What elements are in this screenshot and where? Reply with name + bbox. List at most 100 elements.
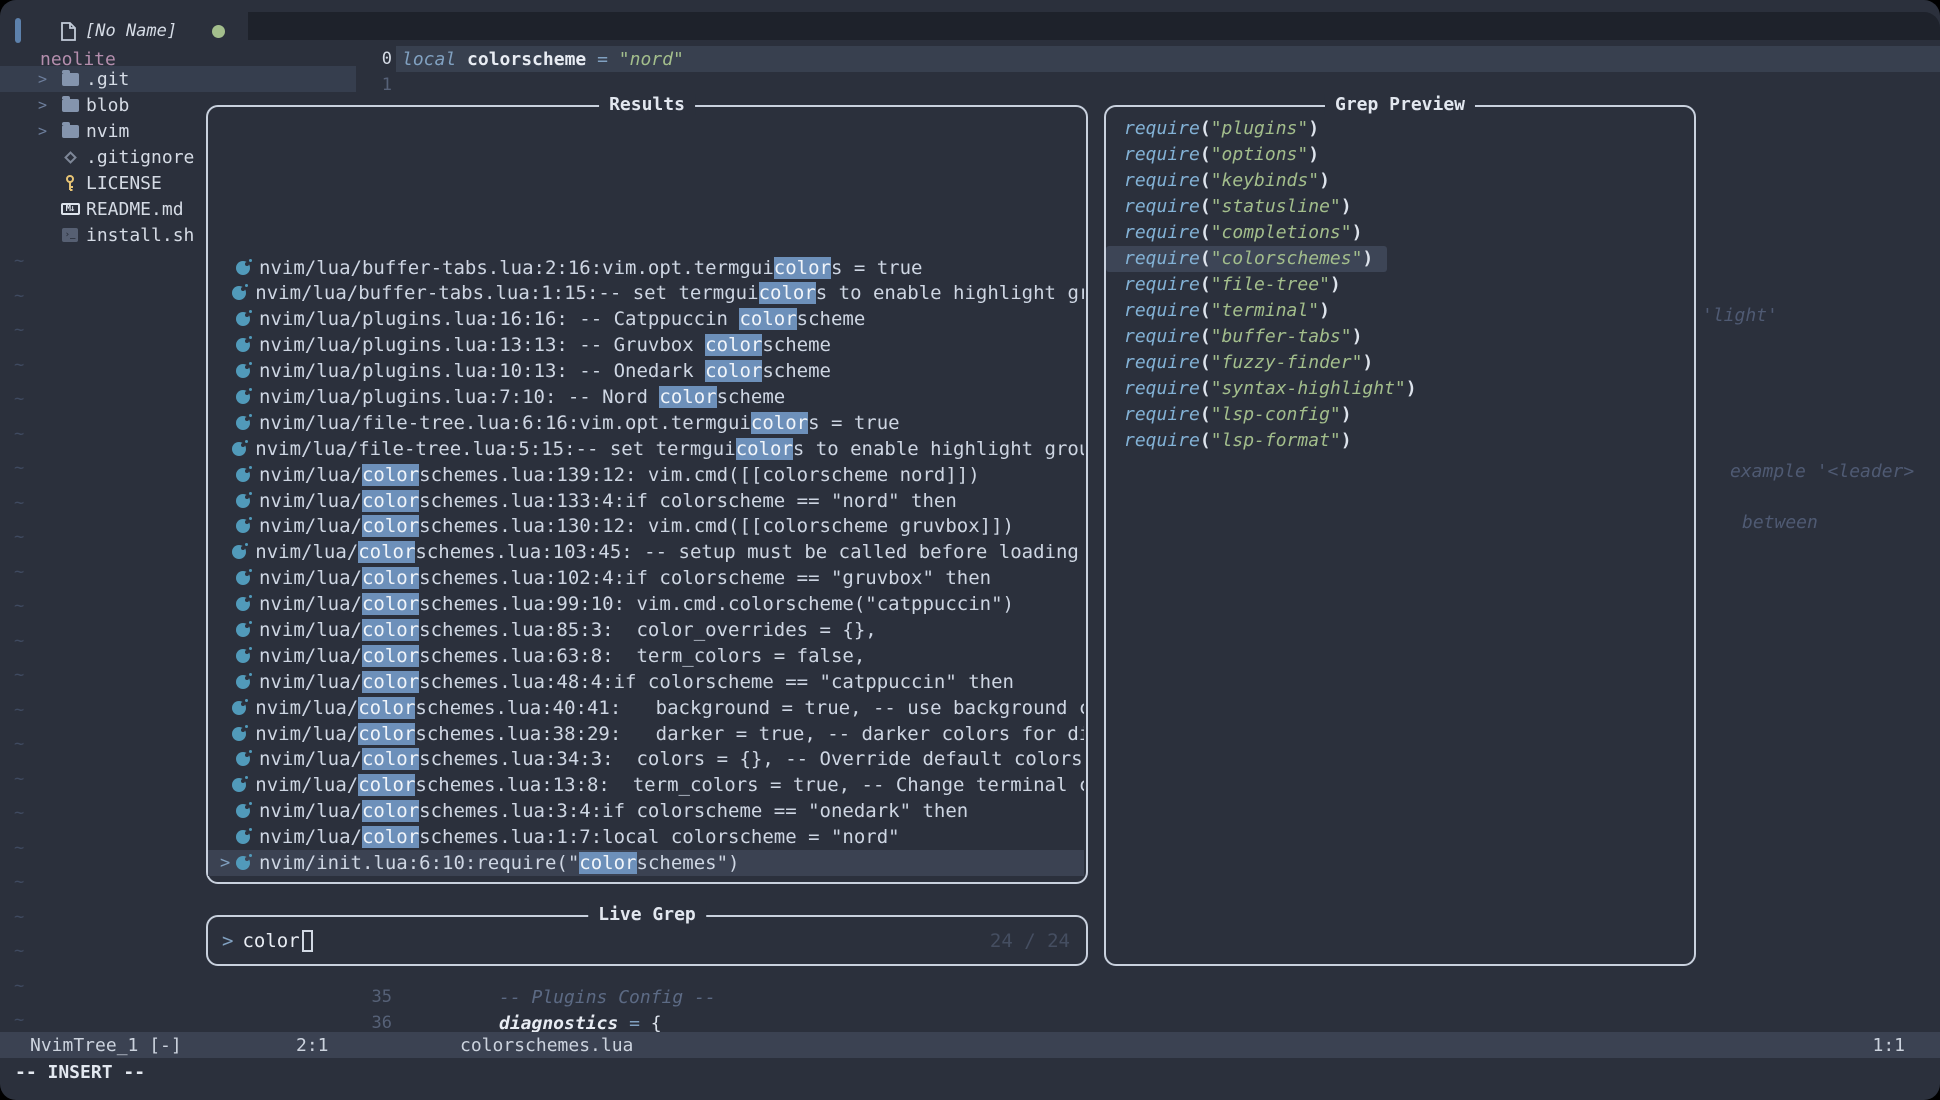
result-row[interactable]: >nvim/lua/colorschemes.lua:48:4:if color… (208, 669, 1084, 695)
identifier: colorscheme (467, 49, 586, 70)
result-text: nvim/lua/plugins.lua:16:16: -- Catppucci… (259, 308, 865, 330)
preview-line-plugins: require("plugins") (1106, 116, 1692, 142)
result-row[interactable]: >nvim/lua/colorschemes.lua:1:7:local col… (208, 824, 1084, 850)
result-row[interactable]: >nvim/lua/colorschemes.lua:99:10: vim.cm… (208, 591, 1084, 617)
match-highlight: color (751, 412, 808, 434)
result-text: nvim/lua/plugins.lua:13:13: -- Gruvbox c… (259, 334, 831, 356)
folder-icon (60, 73, 80, 86)
result-row[interactable]: >nvim/lua/colorschemes.lua:34:3: colors … (208, 747, 1084, 773)
result-row[interactable]: >nvim/lua/plugins.lua:7:10: -- Nord colo… (208, 384, 1084, 410)
match-highlight: color (362, 645, 419, 667)
background-code-fragment: between (1742, 512, 1818, 533)
tilde-marker: ~ (14, 934, 34, 969)
preview-line-fuzzy-finder: require("fuzzy-finder") (1106, 350, 1692, 376)
result-text: nvim/lua/colorschemes.lua:34:3: colors =… (259, 748, 1083, 770)
match-count: 24 / 24 (990, 917, 1070, 964)
preview-code: require("plugins")require("options")requ… (1106, 116, 1692, 454)
terminal-glyph: ›_ (62, 228, 78, 242)
result-row[interactable]: >nvim/lua/colorschemes.lua:102:4:if colo… (208, 565, 1084, 591)
livegrep-input[interactable]: > color (208, 917, 1086, 964)
result-text: nvim/lua/colorschemes.lua:13:8: term_col… (255, 774, 1084, 796)
result-row[interactable]: >nvim/lua/plugins.lua:16:16: -- Catppucc… (208, 306, 1084, 332)
key-icon (60, 175, 80, 191)
tilde-marker: ~ (14, 762, 34, 797)
match-highlight: color (362, 464, 419, 486)
tilde-marker: ~ (14, 486, 34, 521)
result-text: nvim/lua/colorschemes.lua:103:45: -- set… (255, 541, 1084, 563)
result-text: nvim/lua/colorschemes.lua:38:29: darker … (255, 723, 1084, 745)
results-window: Results >nvim/lua/buffer-tabs.lua:2:16:v… (206, 105, 1088, 884)
result-row[interactable]: >nvim/lua/colorschemes.lua:103:45: -- se… (208, 539, 1084, 565)
result-row[interactable]: >nvim/lua/plugins.lua:10:13: -- Onedark … (208, 358, 1084, 384)
tilde-marker: ~ (14, 865, 34, 900)
chevron-right-icon: > (38, 70, 47, 88)
filetree-item-label: nvim (86, 121, 129, 142)
result-row[interactable]: >nvim/lua/colorschemes.lua:63:8: term_co… (208, 643, 1084, 669)
result-row[interactable]: >nvim/lua/colorschemes.lua:13:8: term_co… (208, 772, 1084, 798)
lua-file-icon (236, 261, 250, 275)
line-number: 0 (354, 49, 392, 69)
result-text: nvim/lua/colorschemes.lua:130:12: vim.cm… (259, 515, 1014, 537)
result-row[interactable]: >nvim/lua/plugins.lua:13:13: -- Gruvbox … (208, 332, 1084, 358)
result-text: nvim/lua/colorschemes.lua:48:4:if colors… (259, 671, 1014, 693)
file-icon (60, 22, 76, 41)
diamond-icon (60, 153, 80, 162)
preview-line-buffer-tabs: require("buffer-tabs") (1106, 324, 1692, 350)
lua-file-icon (236, 494, 250, 508)
result-text: nvim/lua/colorschemes.lua:3:4:if colorsc… (259, 800, 968, 822)
result-text: nvim/lua/file-tree.lua:5:15:-- set termg… (255, 438, 1084, 460)
preview-line-keybinds: require("keybinds") (1106, 168, 1692, 194)
result-row[interactable]: >nvim/lua/colorschemes.lua:38:29: darker… (208, 721, 1084, 747)
lua-file-icon (236, 856, 250, 870)
filetree-item-label: LICENSE (86, 173, 162, 194)
preview-line-terminal: require("terminal") (1106, 298, 1692, 324)
result-row[interactable]: >nvim/lua/colorschemes.lua:133:4:if colo… (208, 488, 1084, 514)
result-row[interactable]: >nvim/lua/colorschemes.lua:130:12: vim.c… (208, 514, 1084, 540)
lua-file-icon (232, 701, 246, 715)
result-row[interactable]: >nvim/lua/colorschemes.lua:40:41: backgr… (208, 695, 1084, 721)
background-code-fragment: example '<leader> (1730, 461, 1914, 482)
editor-line-1: 1 (354, 72, 392, 98)
tilde-marker: ~ (14, 900, 34, 935)
result-row[interactable]: >nvim/lua/buffer-tabs.lua:2:16:vim.opt.t… (208, 255, 1084, 281)
result-row[interactable]: >nvim/lua/colorschemes.lua:85:3: color_o… (208, 617, 1084, 643)
filetree-item-label: blob (86, 95, 129, 116)
filetree-item-label: .gitignore (86, 147, 194, 168)
buffer-tab[interactable]: [No Name] (60, 16, 225, 46)
chevron-right-icon: > (38, 96, 47, 114)
match-highlight: color (362, 515, 419, 537)
lua-file-icon (232, 727, 246, 741)
preview-line-lsp-config: require("lsp-config") (1106, 402, 1692, 428)
results-list: >nvim/lua/buffer-tabs.lua:2:16:vim.opt.t… (208, 255, 1084, 876)
preview-line-statusline: require("statusline") (1106, 194, 1692, 220)
result-row[interactable]: >nvim/lua/file-tree.lua:5:15:-- set term… (208, 436, 1084, 462)
lua-file-icon (236, 364, 250, 378)
result-row[interactable]: >nvim/lua/file-tree.lua:6:16:vim.opt.ter… (208, 410, 1084, 436)
result-text: nvim/lua/colorschemes.lua:139:12: vim.cm… (259, 464, 980, 486)
result-row[interactable]: >nvim/lua/buffer-tabs.lua:1:15:-- set te… (208, 281, 1084, 307)
preview-line-file-tree: require("file-tree") (1106, 272, 1692, 298)
grep-preview-window: Grep Preview require("plugins")require("… (1104, 105, 1696, 966)
lua-file-icon (232, 442, 246, 456)
editor-line-35: 35 -- Plugins Config -- (354, 984, 716, 1010)
result-row[interactable]: >nvim/lua/colorschemes.lua:3:4:if colors… (208, 798, 1084, 824)
result-row[interactable]: >nvim/lua/colorschemes.lua:139:12: vim.c… (208, 462, 1084, 488)
terminal-window: [No Name] 0 local colorscheme = "nord" 1… (0, 0, 1940, 1100)
preview-title: Grep Preview (1325, 94, 1475, 115)
terminal-icon: ›_ (60, 228, 80, 242)
folder-glyph (62, 125, 79, 138)
filetree-item--git[interactable]: >.git (0, 66, 356, 92)
match-highlight: color (736, 438, 793, 460)
match-highlight: color (358, 774, 415, 796)
tilde-marker: ~ (14, 348, 34, 383)
tilde-marker: ~ (14, 451, 34, 486)
result-text: nvim/lua/plugins.lua:10:13: -- Onedark c… (259, 360, 831, 382)
search-query: color (242, 930, 299, 952)
lua-file-icon (232, 286, 246, 300)
statusline: NvimTree_1 [-] 2:1 colorschemes.lua 1:1 (0, 1032, 1940, 1058)
result-row[interactable]: >nvim/init.lua:6:10:require("colorscheme… (208, 850, 1084, 876)
selected-chevron-icon: > (220, 853, 234, 873)
tilde-marker: ~ (14, 969, 34, 1004)
statusline-tree-position: 2:1 (296, 1035, 329, 1056)
match-highlight: color (362, 826, 419, 848)
